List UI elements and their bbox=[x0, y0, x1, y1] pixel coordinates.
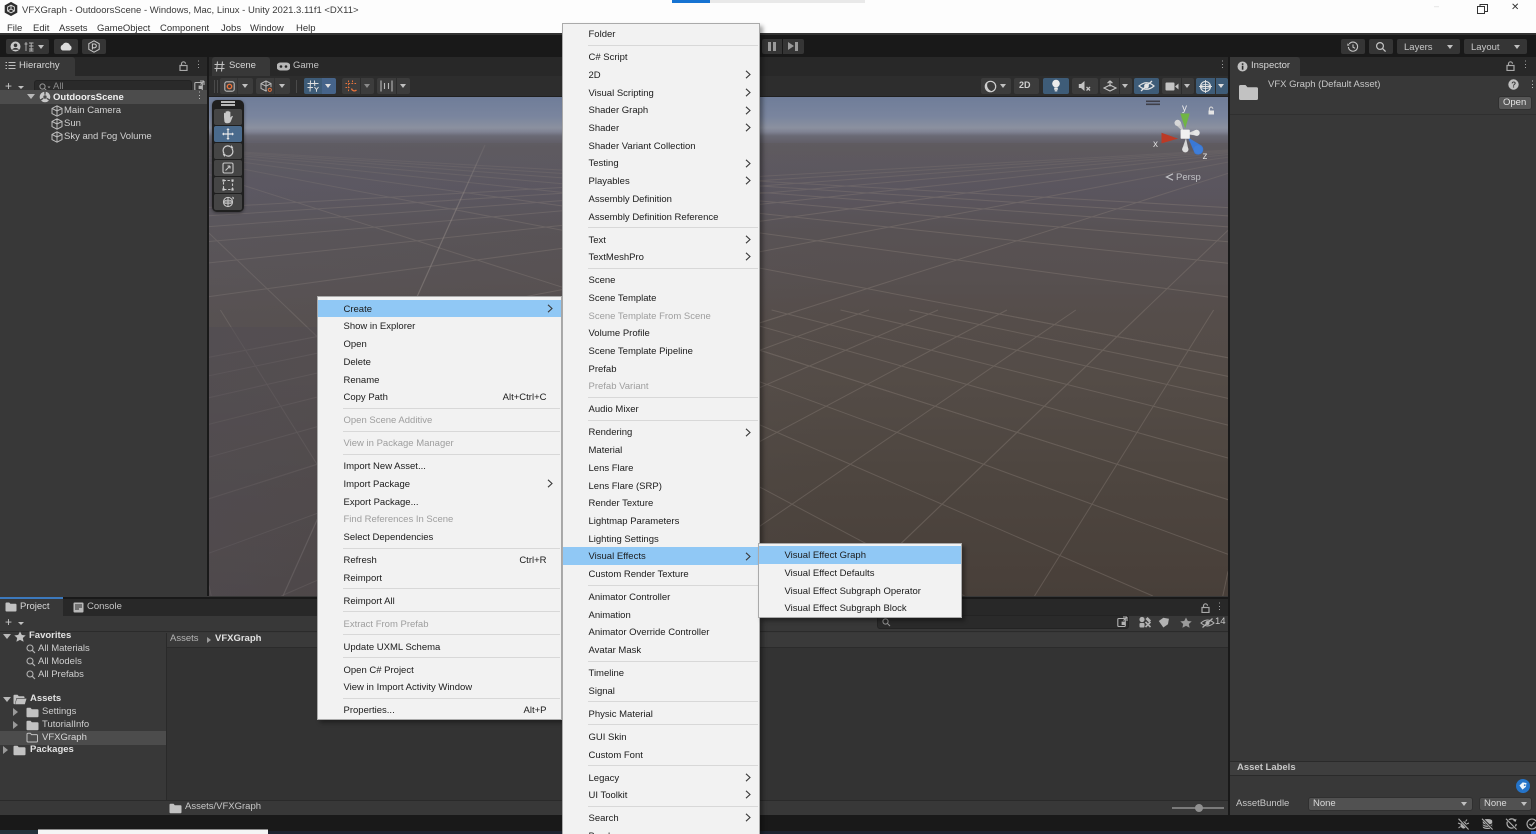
svg-text:x: x bbox=[1153, 139, 1158, 150]
svg-text:y: y bbox=[1182, 103, 1187, 114]
svg-text:?: ? bbox=[1511, 80, 1516, 89]
svg-text:z: z bbox=[1203, 151, 1208, 162]
